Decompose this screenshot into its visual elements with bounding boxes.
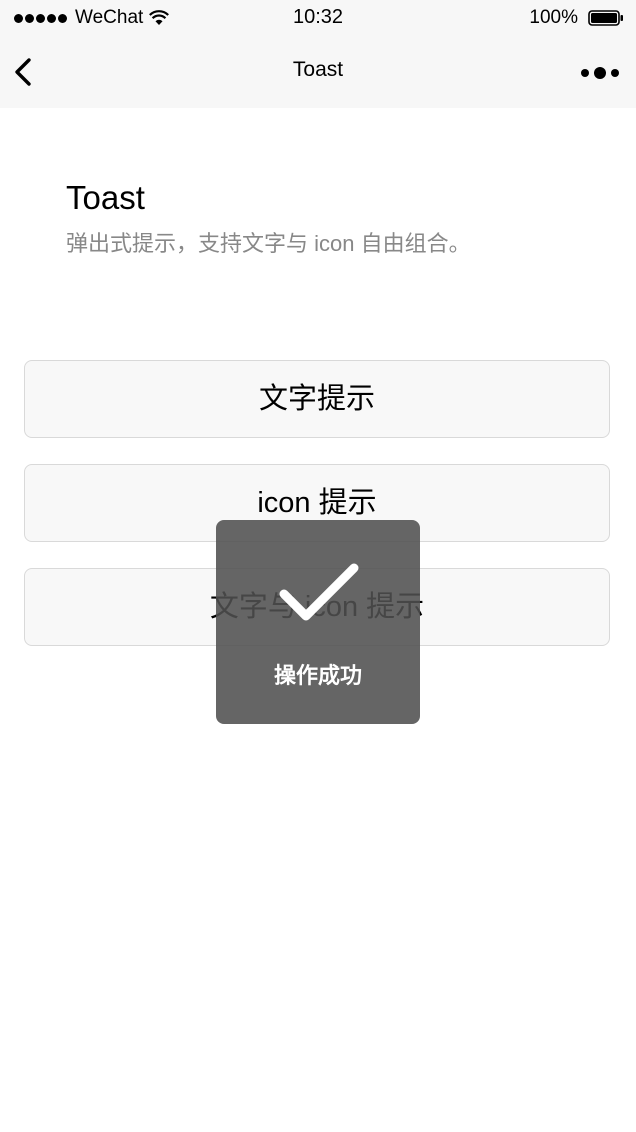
page-description: 弹出式提示，支持文字与 icon 自由组合。 — [66, 231, 471, 256]
status-bar: WeChat 10:32 100% — [0, 0, 636, 36]
battery-icon — [588, 10, 623, 26]
battery-percentage: 100% — [529, 7, 578, 28]
navigation-bar: Toast — [0, 36, 636, 108]
page-title: Toast — [66, 179, 145, 216]
toast: 操作成功 — [216, 520, 420, 724]
more-options-icon[interactable] — [580, 66, 620, 80]
toast-message: 操作成功 — [273, 663, 362, 688]
checkmark-icon — [279, 563, 359, 621]
status-right: 100% — [529, 7, 624, 29]
text-toast-button[interactable]: 文字提示 — [24, 360, 610, 438]
nav-title: Toast — [292, 58, 344, 81]
